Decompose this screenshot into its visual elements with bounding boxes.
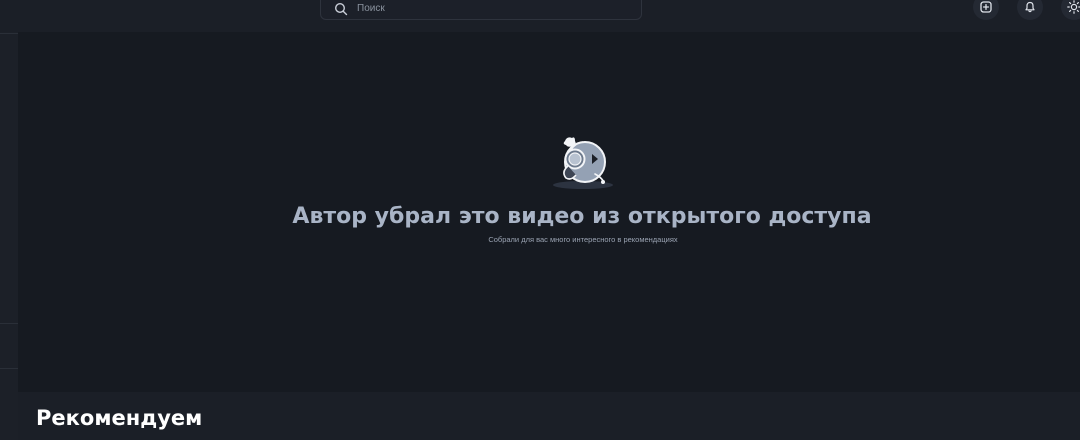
search-input[interactable] [357,0,627,17]
sidebar-divider [0,33,18,34]
search-box[interactable] [320,0,642,20]
video-unavailable-subtitle: Собрали для вас много интересного в реко… [488,235,678,244]
bell-icon [1025,1,1035,13]
sidebar-divider [0,368,18,369]
notifications-button[interactable] [1017,0,1043,20]
page: Автор убрал это видео из открытого досту… [0,0,1080,440]
top-bar [0,0,1080,32]
sidebar-divider [0,323,18,324]
search-icon [334,2,348,16]
magnifier-mascot-icon [553,137,613,189]
theme-sun-icon [1067,0,1080,14]
theme-toggle-button[interactable] [1061,0,1080,20]
video-unavailable-title: Автор убрал это видео из открытого досту… [292,204,872,229]
add-video-icon [980,1,992,13]
add-video-button[interactable] [973,0,999,20]
recommendations-heading: Рекомендуем [36,406,203,430]
